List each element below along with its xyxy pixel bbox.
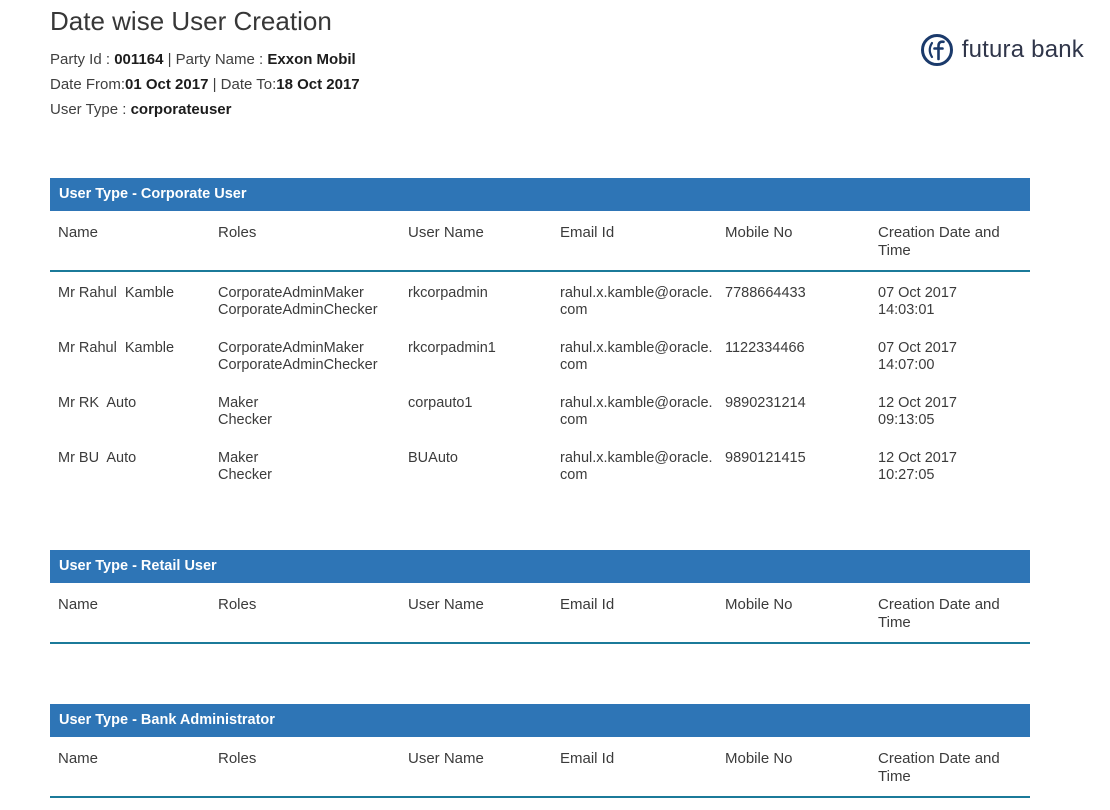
created-date-line: 12 Oct 2017 bbox=[878, 395, 957, 411]
column-header-username: User Name bbox=[408, 596, 484, 613]
created-time-line: 09:13:05 bbox=[878, 412, 935, 428]
cell-mobile: 7788664433 bbox=[725, 285, 806, 301]
table-body: Mr Rahul Kamble CorporateAdminMaker Corp… bbox=[50, 272, 1030, 492]
cell-email: rahul.x.kamble@oracle.com bbox=[560, 340, 713, 373]
report-page: Date wise User Creation Party Id : 00116… bbox=[0, 0, 1110, 810]
cell-created: 07 Oct 2017 14:07:00 bbox=[878, 340, 1030, 374]
column-header-mobile: Mobile No bbox=[725, 224, 793, 241]
user-type-value: corporateuser bbox=[130, 101, 232, 118]
date-to-label: Date To: bbox=[220, 76, 277, 93]
created-date-line: 07 Oct 2017 bbox=[878, 285, 957, 301]
table-row: Mr RK Auto Maker Checker corpauto1 rahul… bbox=[50, 382, 1030, 437]
cell-email: rahul.x.kamble@oracle.com bbox=[560, 450, 713, 483]
cell-username: rkcorpadmin1 bbox=[408, 340, 496, 356]
table-title-bar: User Type - Bank Administrator bbox=[50, 704, 1030, 737]
cell-created: 12 Oct 2017 09:13:05 bbox=[878, 395, 1030, 429]
date-separator: | bbox=[208, 76, 221, 93]
column-header-email: Email Id bbox=[560, 750, 615, 767]
cell-mobile: 9890121415 bbox=[725, 450, 806, 466]
cell-username: corpauto1 bbox=[408, 395, 473, 411]
retail-user-table: User Type - Retail User Name Roles User … bbox=[50, 550, 1030, 644]
role-line: Maker bbox=[218, 450, 259, 466]
cell-mobile: 1122334466 bbox=[725, 340, 805, 356]
column-header-email: Email Id bbox=[560, 224, 615, 241]
cell-name: Mr Rahul Kamble bbox=[58, 340, 175, 356]
created-time-line: 14:07:00 bbox=[878, 357, 935, 373]
date-to-value: 18 Oct 2017 bbox=[276, 76, 360, 93]
party-name-value: Exxon Mobil bbox=[267, 51, 356, 68]
created-time-line: 14:03:01 bbox=[878, 302, 935, 318]
cell-created: 07 Oct 2017 14:03:01 bbox=[878, 285, 1030, 319]
table-title: User Type - Retail User bbox=[59, 558, 217, 574]
cell-roles: Maker Checker bbox=[218, 450, 408, 484]
brand-name: futura bank bbox=[961, 36, 1084, 63]
party-separator: | bbox=[163, 51, 176, 68]
created-time-line: 10:27:05 bbox=[878, 467, 935, 483]
column-header-email: Email Id bbox=[560, 596, 615, 613]
user-type-line: User Type : corporateuser bbox=[50, 97, 1110, 122]
party-name-label: Party Name : bbox=[175, 51, 268, 68]
cell-roles: CorporateAdminMaker CorporateAdminChecke… bbox=[218, 285, 408, 319]
cell-roles: CorporateAdminMaker CorporateAdminChecke… bbox=[218, 340, 408, 374]
column-header-mobile: Mobile No bbox=[725, 750, 793, 767]
role-line: CorporateAdminChecker bbox=[218, 302, 378, 318]
created-date-line: 12 Oct 2017 bbox=[878, 450, 957, 466]
brand-logo: futura bank bbox=[919, 32, 1084, 68]
cell-username: BUAuto bbox=[408, 450, 458, 466]
table-header-row: Name Roles User Name Email Id Mobile No … bbox=[50, 211, 1030, 272]
role-line: Checker bbox=[218, 467, 272, 483]
bank-administrator-table: User Type - Bank Administrator Name Role… bbox=[50, 704, 1030, 798]
role-line: Maker bbox=[218, 395, 259, 411]
column-header-username: User Name bbox=[408, 750, 484, 767]
table-title: User Type - Corporate User bbox=[59, 186, 247, 202]
role-line: CorporateAdminMaker bbox=[218, 340, 364, 356]
column-header-created: Creation Date and Time bbox=[878, 224, 1000, 259]
cell-name: Mr Rahul Kamble bbox=[58, 285, 175, 301]
cell-name: Mr BU Auto bbox=[58, 450, 137, 466]
report-header: Date wise User Creation Party Id : 00116… bbox=[50, 6, 1110, 122]
table-title-bar: User Type - Corporate User bbox=[50, 178, 1030, 211]
column-header-roles: Roles bbox=[218, 224, 257, 241]
cell-username: rkcorpadmin bbox=[408, 285, 488, 301]
column-header-roles: Roles bbox=[218, 596, 257, 613]
role-line: CorporateAdminMaker bbox=[218, 285, 364, 301]
table-row: Mr Rahul Kamble CorporateAdminMaker Corp… bbox=[50, 327, 1030, 382]
date-range-line: Date From:01 Oct 2017 | Date To:18 Oct 2… bbox=[50, 72, 1110, 97]
date-from-value: 01 Oct 2017 bbox=[125, 76, 209, 93]
column-header-name: Name bbox=[58, 750, 99, 767]
futura-bank-icon bbox=[919, 32, 955, 68]
column-header-created: Creation Date and Time bbox=[878, 596, 1000, 631]
party-id-value: 001164 bbox=[114, 51, 164, 68]
column-header-name: Name bbox=[58, 596, 99, 613]
table-title: User Type - Bank Administrator bbox=[59, 712, 275, 728]
role-line: Checker bbox=[218, 412, 272, 428]
cell-created: 12 Oct 2017 10:27:05 bbox=[878, 450, 1030, 484]
column-header-roles: Roles bbox=[218, 750, 257, 767]
cell-email: rahul.x.kamble@oracle.com bbox=[560, 395, 713, 428]
column-header-created: Creation Date and Time bbox=[878, 750, 1000, 785]
table-row: Mr Rahul Kamble CorporateAdminMaker Corp… bbox=[50, 272, 1030, 327]
user-type-label: User Type : bbox=[50, 101, 131, 118]
column-header-name: Name bbox=[58, 224, 99, 241]
column-header-username: User Name bbox=[408, 224, 484, 241]
party-id-label: Party Id : bbox=[50, 51, 115, 68]
cell-name: Mr RK Auto bbox=[58, 395, 137, 411]
table-header-row: Name Roles User Name Email Id Mobile No … bbox=[50, 737, 1030, 798]
table-header-row: Name Roles User Name Email Id Mobile No … bbox=[50, 583, 1030, 644]
corporate-user-table: User Type - Corporate User Name Roles Us… bbox=[50, 178, 1030, 492]
cell-roles: Maker Checker bbox=[218, 395, 408, 429]
created-date-line: 07 Oct 2017 bbox=[878, 340, 957, 356]
role-line: CorporateAdminChecker bbox=[218, 357, 378, 373]
table-title-bar: User Type - Retail User bbox=[50, 550, 1030, 583]
cell-email: rahul.x.kamble@oracle.com bbox=[560, 285, 713, 318]
date-from-label: Date From: bbox=[50, 76, 126, 93]
table-row: Mr BU Auto Maker Checker BUAuto rahul.x.… bbox=[50, 437, 1030, 492]
cell-mobile: 9890231214 bbox=[725, 395, 806, 411]
column-header-mobile: Mobile No bbox=[725, 596, 793, 613]
